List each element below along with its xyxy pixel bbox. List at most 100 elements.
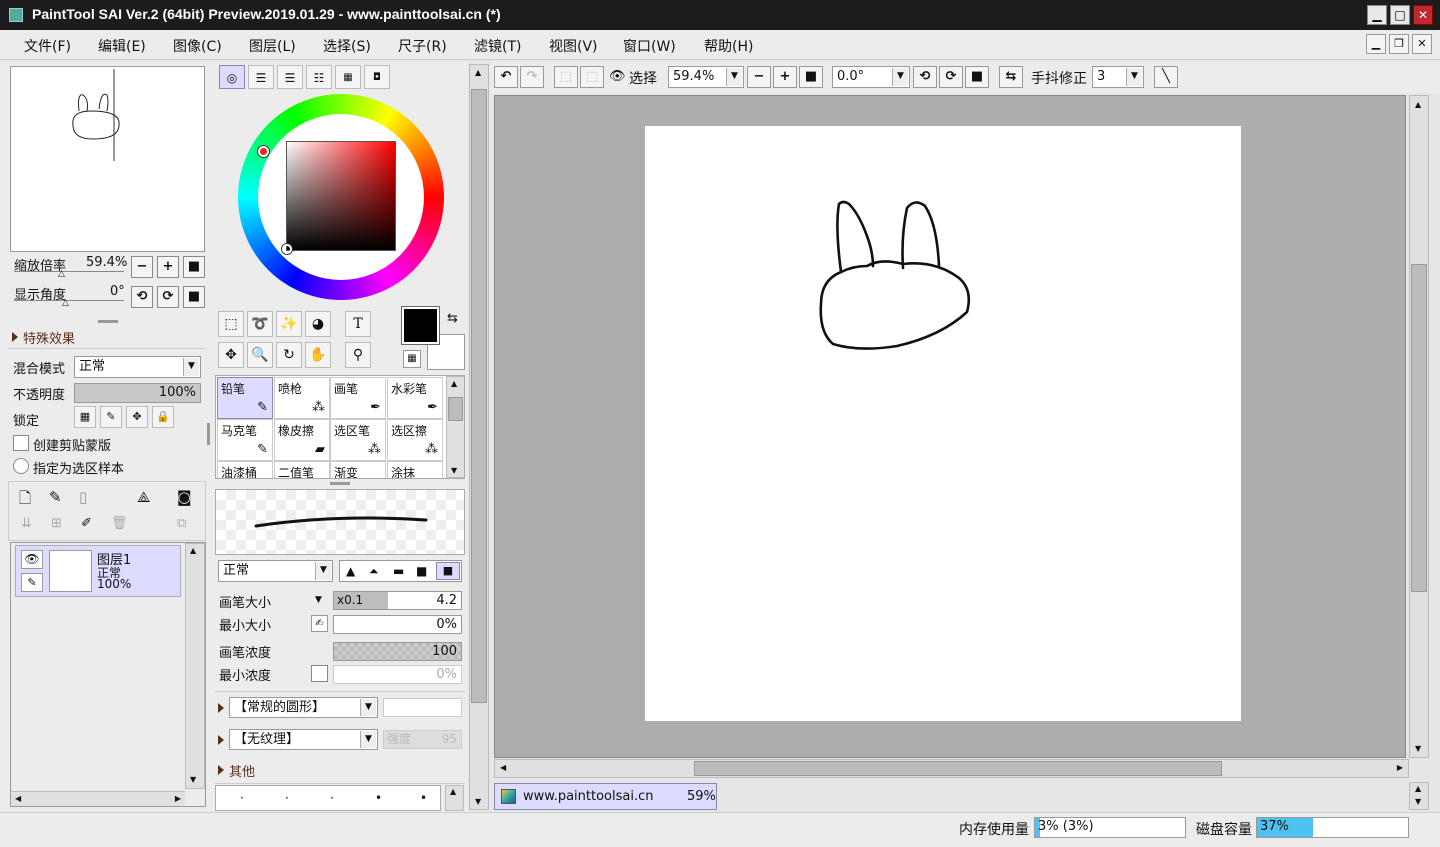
scratchpad-icon[interactable]: ◘ xyxy=(364,65,390,89)
scroll-right-icon[interactable]: ▶ xyxy=(175,794,181,803)
transfer-down-icon[interactable]: ⇊ xyxy=(21,516,32,531)
color-wheel-icon[interactable]: ◎ xyxy=(219,65,245,89)
brush-brush[interactable]: 画笔 ✒ xyxy=(330,377,386,419)
menu-window[interactable]: 窗口(W) xyxy=(623,36,676,56)
menu-view[interactable]: 视图(V) xyxy=(549,36,598,56)
redo-icon[interactable]: ↷ xyxy=(520,66,544,88)
brush-scrollbar[interactable]: ▲ ▼ xyxy=(446,376,464,478)
scroll-up-icon[interactable]: ▲ xyxy=(475,68,481,77)
brush-bucket[interactable]: 油漆桶 xyxy=(217,461,273,478)
hand-icon[interactable]: ✋ xyxy=(305,342,331,368)
color-marker[interactable] xyxy=(282,244,292,254)
layer-row[interactable]: 👁 ✎ 图层1 正常 100% xyxy=(15,545,181,597)
texture-select[interactable]: 【无纹理】 ▼ xyxy=(229,729,378,750)
preset-dot-icon[interactable]: • xyxy=(375,791,382,805)
tip-flat-icon[interactable]: ■ xyxy=(416,564,427,578)
brush-select-eraser[interactable]: 选区擦 ⁂ xyxy=(387,419,443,461)
menu-image[interactable]: 图像(C) xyxy=(173,36,222,56)
mdi-close-icon[interactable]: ✕ xyxy=(1412,34,1432,54)
rect-select-icon[interactable]: ⬚ xyxy=(218,311,244,337)
swatches-icon[interactable]: ☷ xyxy=(306,65,332,89)
pressure-icon[interactable]: ✍ xyxy=(311,615,328,632)
zoom-out-button[interactable]: − xyxy=(131,256,153,278)
menu-edit[interactable]: 编辑(E) xyxy=(98,36,146,56)
brush-airbrush[interactable]: 喷枪 ⁂ xyxy=(274,377,330,419)
layer-adjust-icon[interactable]: ⟁ xyxy=(137,488,150,506)
rotate-left-button[interactable]: ⟲ xyxy=(131,286,153,308)
zoom-slider-handle[interactable]: △ xyxy=(58,269,65,279)
zoom-tool-icon[interactable]: 🔍 xyxy=(247,342,273,368)
shape-icon[interactable]: ◕ xyxy=(305,311,331,337)
tip-square-icon[interactable]: ■ xyxy=(436,562,460,580)
canvas-viewport[interactable] xyxy=(494,95,1406,758)
canvas-zoom-in-button[interactable]: + xyxy=(773,66,797,88)
rgb-slider-icon[interactable]: ☰ xyxy=(248,65,274,89)
canvas-rotate-right-button[interactable]: ⟳ xyxy=(939,66,963,88)
text-tool-icon[interactable]: T xyxy=(345,311,371,337)
brush-pencil[interactable]: 铅笔 ✎ xyxy=(217,377,273,419)
other-label[interactable]: 其他 xyxy=(229,761,255,780)
menu-layer[interactable]: 图层(L) xyxy=(249,36,296,56)
straight-line-icon[interactable]: ╲ xyxy=(1154,66,1178,88)
eyedropper-icon[interactable]: ⚲ xyxy=(345,342,371,368)
texture-strength-slider[interactable]: 强度 95 xyxy=(383,730,462,749)
scroll-down-icon[interactable]: ▼ xyxy=(1415,797,1421,806)
blend-mode-select[interactable]: 正常 ▼ xyxy=(74,356,201,378)
menu-ruler[interactable]: 尺子(R) xyxy=(398,36,447,56)
mixer-icon[interactable]: ▦ xyxy=(335,65,361,89)
maximize-button[interactable]: □ xyxy=(1390,5,1410,25)
density-slider[interactable]: 100 xyxy=(333,642,462,661)
merge-down-icon[interactable]: ⊞ xyxy=(51,516,62,531)
panel-scrollbar[interactable]: ▲ ▼ xyxy=(469,64,489,810)
new-linework-layer-icon[interactable]: ✎ xyxy=(49,488,62,506)
apply-mask-icon[interactable]: ⧉ xyxy=(177,516,186,531)
layer-mask-icon[interactable]: ◙ xyxy=(177,488,192,506)
foreground-color-swatch[interactable] xyxy=(402,307,439,344)
splitter-grip[interactable] xyxy=(98,320,118,323)
minimize-button[interactable]: ▁ xyxy=(1367,5,1387,25)
zoom-in-button[interactable]: + xyxy=(157,256,179,278)
brush-select-pen[interactable]: 选区笔 ⁂ xyxy=(330,419,386,461)
clear-layer-icon[interactable]: ✐ xyxy=(81,516,92,531)
scroll-thumb[interactable] xyxy=(448,397,463,421)
scroll-up-icon[interactable]: ▲ xyxy=(451,379,457,388)
transparent-color-icon[interactable]: ▦ xyxy=(403,350,421,368)
mdi-minimize-icon[interactable]: ▁ xyxy=(1366,34,1386,54)
preset-dot-icon[interactable]: · xyxy=(330,791,334,805)
hue-marker[interactable] xyxy=(258,146,269,157)
deselect-icon[interactable]: ⬚ xyxy=(554,66,578,88)
scroll-up-icon[interactable]: ▲ xyxy=(1415,784,1421,793)
splitter-grip[interactable] xyxy=(330,482,350,485)
canvas-rotate-reset-button[interactable]: ■ xyxy=(965,66,989,88)
document-tab[interactable]: www.painttoolsai.cn 59% xyxy=(494,783,717,810)
brush-mode-select[interactable]: 正常 ▼ xyxy=(218,560,333,582)
move-icon[interactable]: ✥ xyxy=(218,342,244,368)
brush-smudge[interactable]: 涂抹 xyxy=(387,461,443,478)
layer-hscrollbar[interactable]: ◀ ▶ xyxy=(11,791,185,806)
mdi-restore-icon[interactable]: ❐ xyxy=(1389,34,1409,54)
angle-slider-handle[interactable]: △ xyxy=(62,298,69,308)
splitter-grip[interactable] xyxy=(207,423,210,445)
new-folder-icon[interactable]: ▯ xyxy=(79,488,87,506)
zoom-slider[interactable] xyxy=(14,271,124,272)
tip-hard-icon[interactable]: ▲ xyxy=(346,564,355,578)
preset-dot-icon[interactable]: • xyxy=(420,791,427,805)
shape-strength-field[interactable] xyxy=(383,698,462,717)
scroll-up-icon[interactable]: ▲ xyxy=(1415,100,1421,109)
presets-scrollbar[interactable]: ▲ xyxy=(445,785,464,811)
brush-watercolor[interactable]: 水彩笔 ✒ xyxy=(387,377,443,419)
lock-paint-icon[interactable]: ✎ xyxy=(100,406,122,428)
brush-eraser[interactable]: 橡皮擦 ▰ xyxy=(274,419,330,461)
clip-mask-checkbox[interactable] xyxy=(13,435,29,451)
magic-wand-icon[interactable]: ✨ xyxy=(276,311,302,337)
rotate-tool-icon[interactable]: ↻ xyxy=(276,342,302,368)
canvas-zoom-select[interactable]: 59.4% ▼ xyxy=(668,66,744,88)
opacity-slider[interactable]: 100% xyxy=(74,383,201,403)
brush-shape-select[interactable]: 【常规的圆形】 ▼ xyxy=(229,697,378,718)
lasso-icon[interactable]: ➰ xyxy=(247,311,273,337)
scroll-thumb[interactable] xyxy=(471,89,487,703)
lock-move-icon[interactable]: ✥ xyxy=(126,406,148,428)
size-dropdown-icon[interactable]: ▼ xyxy=(315,595,322,605)
swap-colors-icon[interactable]: ⇆ xyxy=(447,311,458,326)
canvas-vscrollbar[interactable]: ▲ ▼ xyxy=(1409,95,1429,758)
